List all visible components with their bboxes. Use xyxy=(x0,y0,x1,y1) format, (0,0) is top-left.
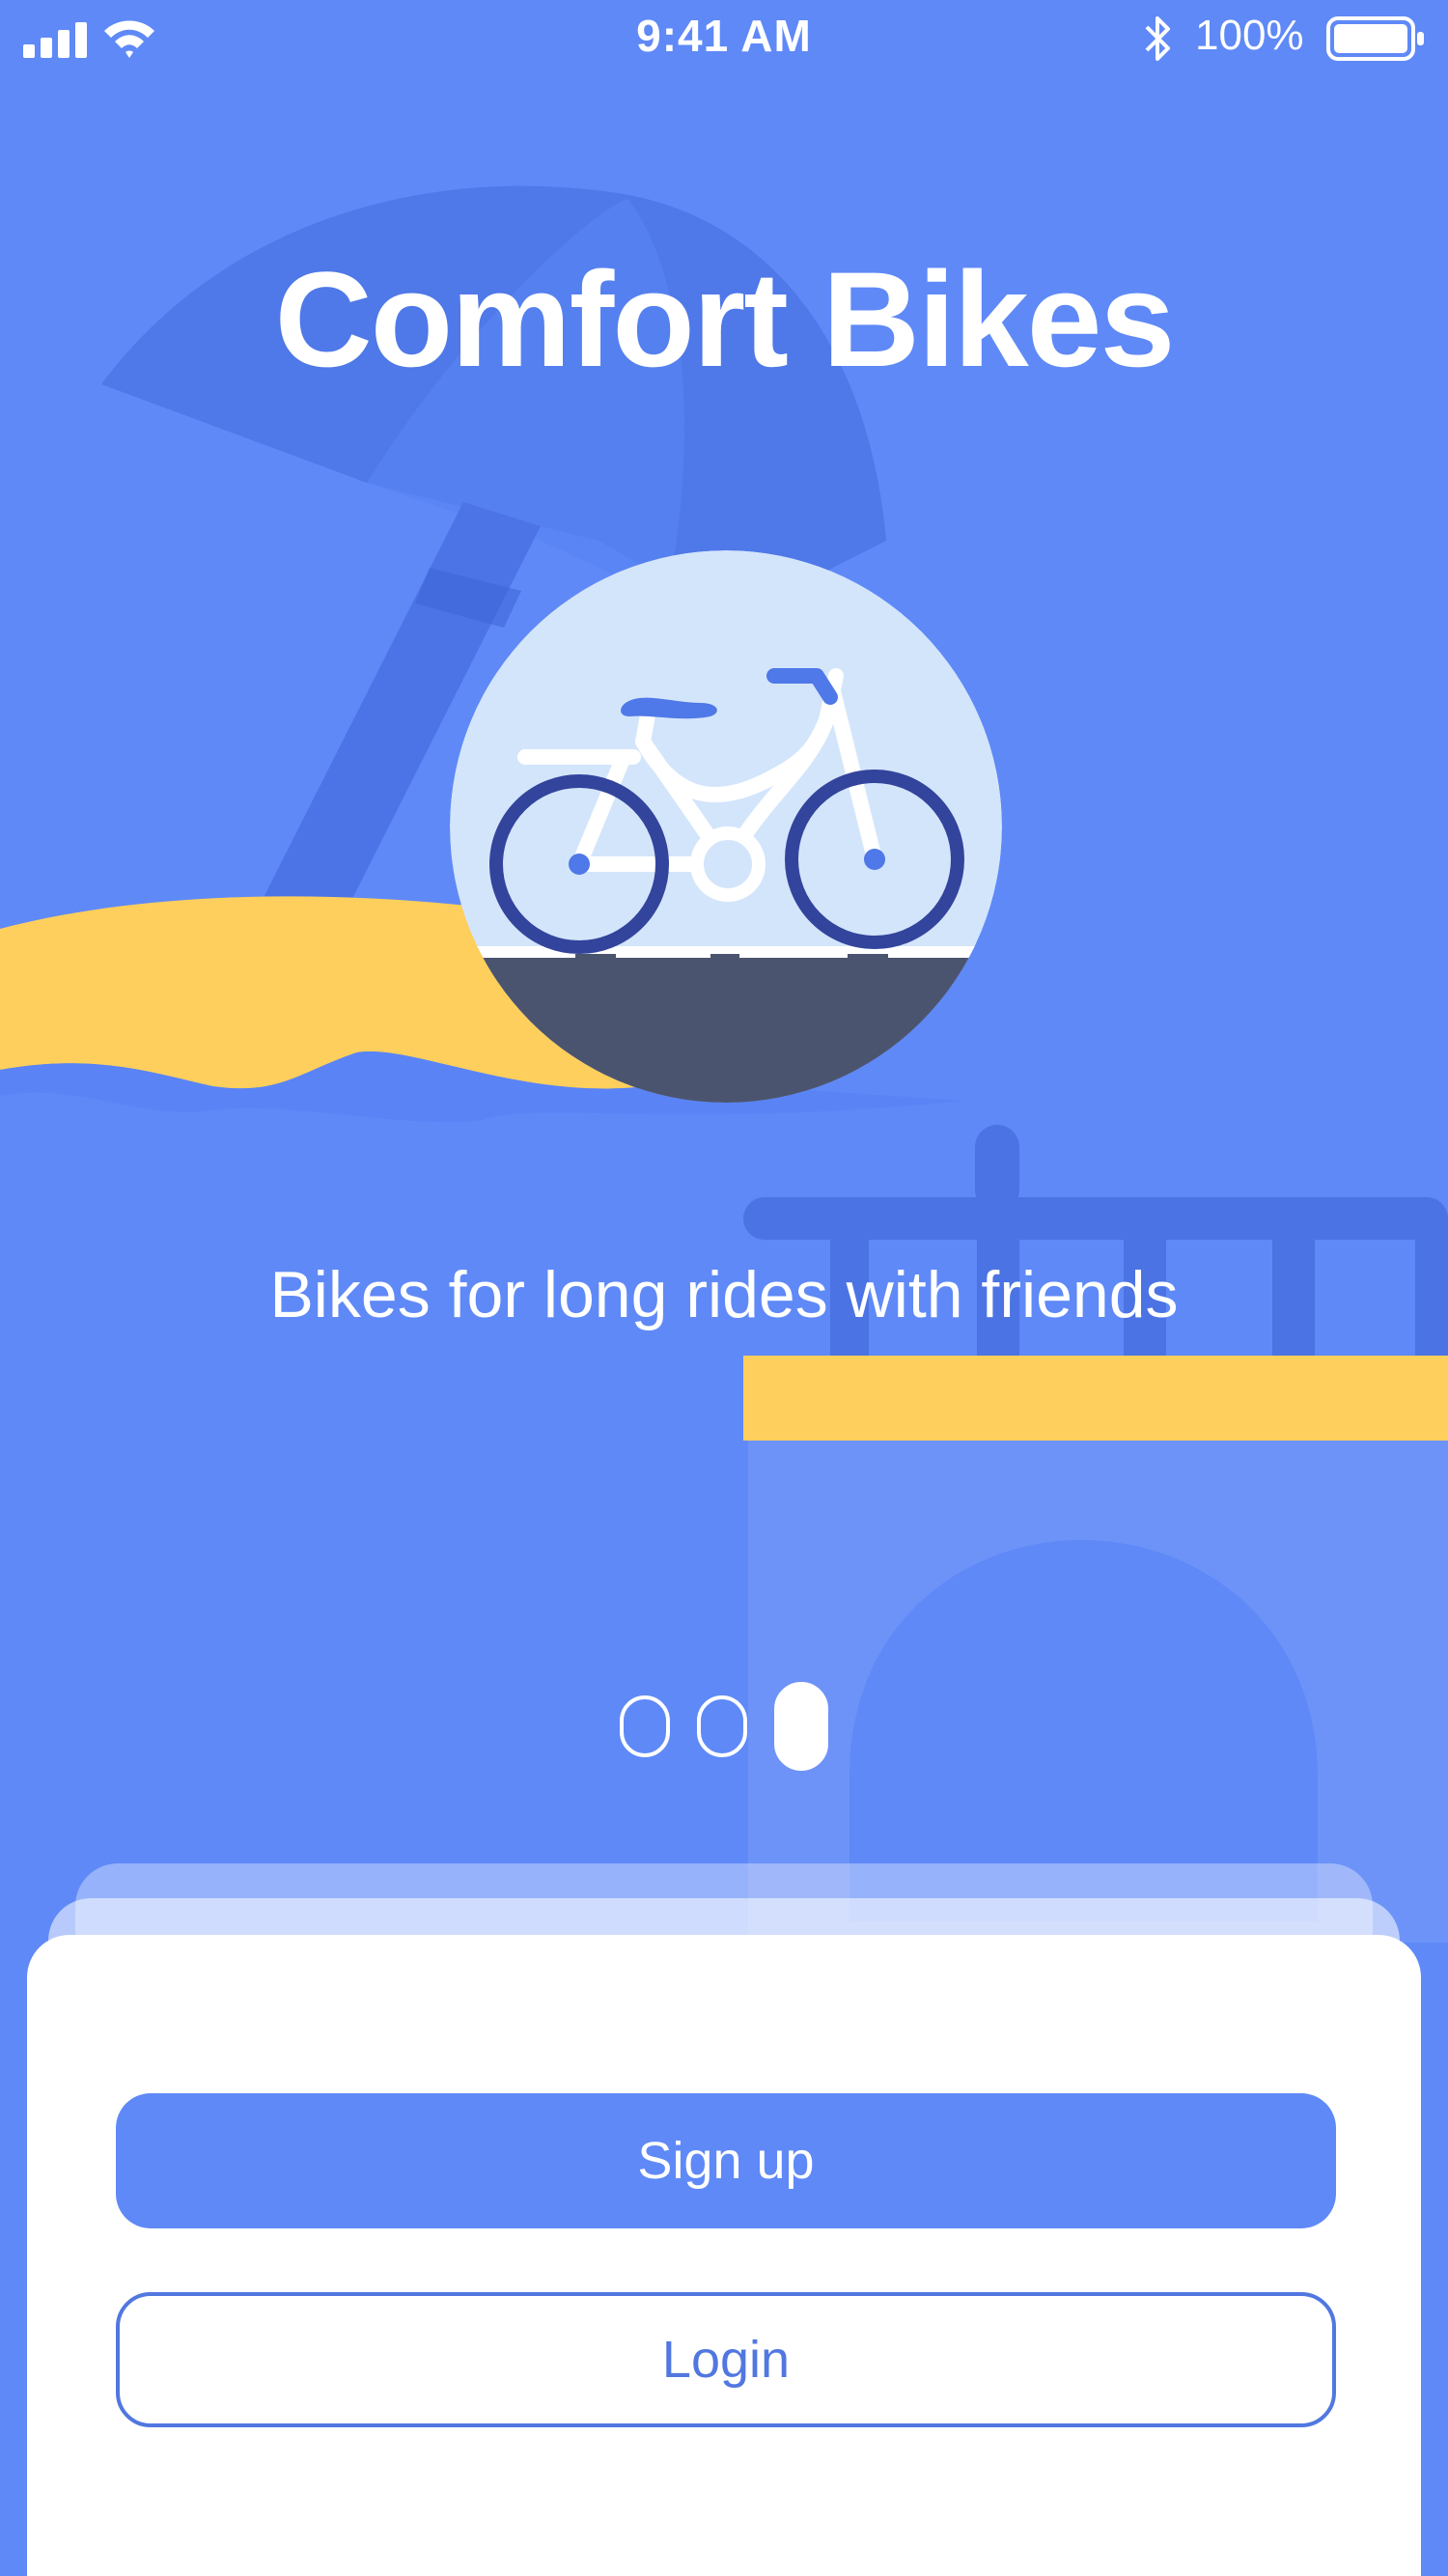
bike-hero-illustration xyxy=(450,550,1002,1103)
onboarding-screen: 9:41 AM 100% Comfort Bikes Bikes for lon… xyxy=(0,0,1448,2576)
auth-sheet: Sign up Login xyxy=(27,1935,1421,2576)
page-dot-2[interactable] xyxy=(697,1695,747,1757)
page-dot-1[interactable] xyxy=(620,1695,670,1757)
page-indicator xyxy=(0,1682,1448,1771)
status-bar: 9:41 AM 100% xyxy=(0,0,1448,77)
page-dot-3-active[interactable] xyxy=(774,1682,828,1771)
battery-icon xyxy=(1326,16,1424,61)
bluetooth-icon xyxy=(1145,16,1170,61)
battery-level-fill xyxy=(1334,24,1407,53)
signup-button[interactable]: Sign up xyxy=(116,2093,1336,2228)
tagline: Bikes for long rides with friends xyxy=(269,1258,1179,1331)
battery-percentage: 100% xyxy=(1195,12,1304,59)
app-title: Comfort Bikes xyxy=(274,243,1176,395)
bridge-deck xyxy=(743,1356,1448,1441)
login-button[interactable]: Login xyxy=(116,2292,1336,2427)
road xyxy=(450,954,1002,1103)
